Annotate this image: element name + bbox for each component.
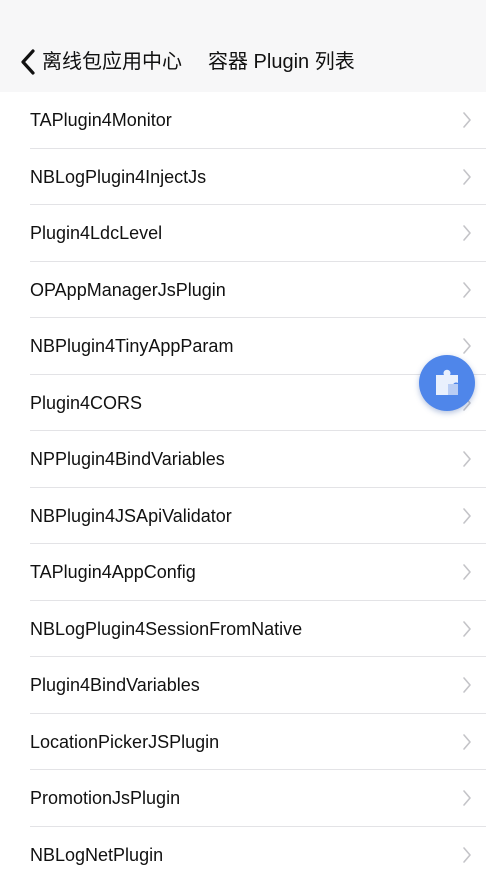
chevron-right-icon (463, 112, 471, 128)
chevron-right-icon (463, 338, 471, 354)
plugin-name: Plugin4LdcLevel (30, 223, 163, 243)
plugin-name: TAPlugin4Monitor (30, 110, 172, 130)
back-button[interactable]: 离线包应用中心 (18, 48, 182, 76)
plugin-list-item[interactable]: Plugin4LdcLevel (30, 205, 486, 262)
page-title: 容器 Plugin 列表 (208, 51, 355, 73)
plugin-list-item[interactable]: Plugin4CORS (30, 375, 486, 431)
back-button-label: 离线包应用中心 (42, 51, 182, 73)
plugin-name: LocationPickerJSPlugin (30, 731, 220, 752)
plugin-list-item[interactable]: NBPlugin4TinyAppParam (30, 318, 486, 375)
plugin-list-item[interactable]: PromotionJsPlugin (30, 770, 486, 827)
chevron-right-icon (463, 846, 471, 863)
chevron-right-icon (463, 790, 471, 806)
plugin-name: TAPlugin4AppConfig (30, 562, 196, 582)
plugin-list-item[interactable]: Plugin4BindVariables (30, 657, 486, 714)
plugin-list-screen: 离线包应用中心 容器 Plugin 列表 TAPlugin4Monitor NB… (0, 0, 486, 873)
plugin-list-item[interactable]: LocationPickerJSPlugin (30, 714, 486, 770)
navigation-bar: 离线包应用中心 容器 Plugin 列表 (0, 0, 486, 92)
chevron-right-icon (463, 168, 471, 185)
plugin-name: NBLogPlugin4InjectJs (30, 166, 207, 187)
plugin-name: Plugin4CORS (30, 392, 143, 413)
chevron-right-icon (463, 733, 471, 750)
plugin-list: TAPlugin4Monitor NBLogPlugin4InjectJs Pl… (0, 92, 486, 873)
plugin-name: Plugin4BindVariables (30, 675, 200, 695)
plugin-name: NBLogPlugin4SessionFromNative (30, 618, 303, 639)
plugin-list-item[interactable]: NBLogPlugin4InjectJs (30, 149, 486, 205)
plugin-list-item[interactable]: TAPlugin4AppConfig (30, 544, 486, 601)
plugin-name: NPPlugin4BindVariables (30, 449, 225, 469)
chevron-right-icon (463, 677, 471, 693)
chevron-left-icon (21, 49, 35, 75)
puzzle-piece-icon (436, 369, 458, 395)
chevron-right-icon (463, 451, 471, 467)
plugin-name: PromotionJsPlugin (30, 788, 181, 808)
plugin-list-item[interactable]: NBLogNetPlugin (30, 827, 486, 873)
floating-plugin-button[interactable] (419, 355, 475, 411)
plugin-list-item[interactable]: NPPlugin4BindVariables (30, 431, 486, 488)
plugin-name: NBPlugin4TinyAppParam (30, 336, 234, 356)
plugin-list-item[interactable]: TAPlugin4Monitor (30, 92, 486, 149)
chevron-right-icon (463, 225, 471, 241)
plugin-list-item[interactable]: NBPlugin4JSApiValidator (30, 488, 486, 544)
plugin-name: NBPlugin4JSApiValidator (30, 505, 232, 526)
chevron-right-icon (463, 281, 471, 298)
chevron-right-icon (463, 620, 471, 637)
plugin-name: NBLogNetPlugin (30, 844, 164, 865)
chevron-right-icon (463, 507, 471, 524)
plugin-list-item[interactable]: NBLogPlugin4SessionFromNative (30, 601, 486, 657)
chevron-right-icon (463, 564, 471, 580)
plugin-list-item[interactable]: OPAppManagerJsPlugin (30, 262, 486, 318)
plugin-name: OPAppManagerJsPlugin (30, 279, 226, 300)
